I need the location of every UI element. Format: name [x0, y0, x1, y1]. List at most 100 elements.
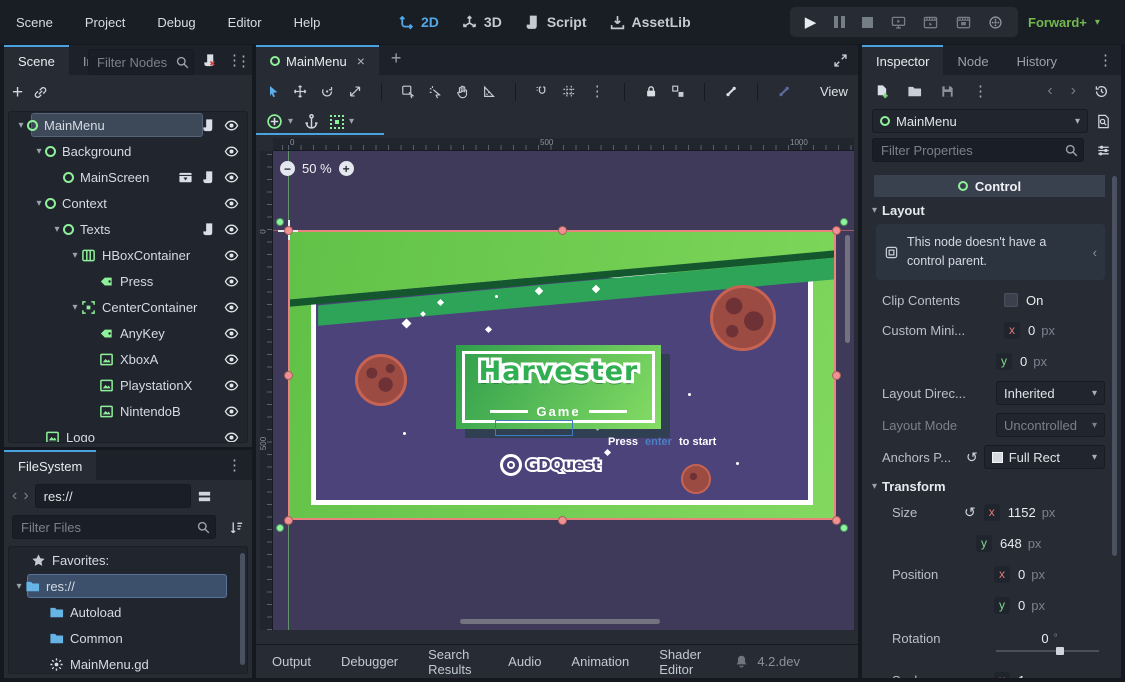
dock-menu-icon[interactable]: ⋮ — [217, 450, 252, 480]
node-selector[interactable]: MainMenu ▾ — [872, 109, 1088, 133]
snap-pointer-icon[interactable] — [428, 83, 442, 100]
custom-min-y-value[interactable]: 0 — [1020, 354, 1027, 369]
bottom-tab-debugger[interactable]: Debugger — [341, 654, 398, 669]
tab-filesystem[interactable]: FileSystem — [4, 450, 96, 480]
canvas-h-scrollbar[interactable] — [460, 619, 660, 624]
bone-options-icon[interactable] — [777, 83, 791, 100]
renderer-selector[interactable]: Forward+ ▾ — [1028, 0, 1100, 44]
visibility-eye-icon[interactable] — [224, 326, 239, 341]
pan-tool-icon[interactable] — [455, 83, 469, 100]
history-back-icon[interactable]: ‹ — [1047, 82, 1052, 100]
workspace-3d-button[interactable]: 3D — [461, 14, 502, 31]
resize-handle-bm[interactable] — [558, 516, 567, 525]
pause-button[interactable] — [834, 16, 845, 28]
play-scene-button[interactable] — [956, 15, 971, 30]
play-button[interactable]: ▶ — [805, 13, 817, 31]
canvas-v-scrollbar[interactable] — [845, 235, 850, 343]
play-remote-button[interactable] — [891, 15, 906, 30]
tree-row-xboxa[interactable]: XboxA — [9, 346, 247, 372]
dock-menu-icon[interactable]: ⋮ — [1090, 45, 1121, 75]
workspace-2d-button[interactable]: 2D — [398, 14, 439, 31]
tab-scene[interactable]: Scene — [4, 45, 69, 75]
bottom-tab-search-results[interactable]: Search Results — [428, 647, 478, 677]
zoom-out-button[interactable]: − — [280, 161, 295, 176]
tree-row-mainscreen[interactable]: MainScreen — [9, 164, 247, 190]
visibility-eye-icon[interactable] — [224, 352, 239, 367]
transform-section-header[interactable]: ▾ Transform — [872, 476, 946, 496]
bottom-tab-shader-editor[interactable]: Shader Editor — [659, 647, 704, 677]
sort-icon[interactable] — [229, 520, 244, 535]
clip-contents-checkbox[interactable] — [1004, 293, 1018, 307]
load-resource-icon[interactable] — [907, 84, 922, 99]
chevron-down-icon[interactable]: ▾ — [69, 250, 81, 261]
instanced-scene-icon[interactable] — [178, 170, 193, 185]
container-sizing-button[interactable]: ▾ — [330, 115, 354, 129]
tree-row-context[interactable]: ▾ Context — [9, 190, 247, 216]
menu-editor[interactable]: Editor — [212, 0, 278, 44]
menu-scene[interactable]: Scene — [0, 0, 69, 44]
tree-row-background[interactable]: ▾ Background — [9, 138, 247, 164]
layout-direction-select[interactable]: Inherited ▾ — [996, 381, 1105, 405]
resize-handle-mr[interactable] — [832, 371, 841, 380]
menu-project[interactable]: Project — [69, 0, 141, 44]
path-input[interactable] — [35, 484, 191, 508]
zoom-in-button[interactable]: + — [339, 161, 354, 176]
rotation-slider[interactable] — [996, 650, 1099, 652]
new-resource-icon[interactable] — [874, 84, 889, 99]
anchor-icon[interactable] — [303, 113, 320, 130]
collapse-warning-icon[interactable]: ‹ — [1093, 245, 1097, 260]
fs-row-autoload[interactable]: Autoload — [9, 599, 247, 625]
position-x-value[interactable]: 0 — [1018, 567, 1025, 582]
visibility-eye-icon[interactable] — [224, 248, 239, 263]
fs-row-res[interactable]: ▾ res:// — [9, 573, 247, 599]
detach-script-button[interactable] — [202, 53, 217, 68]
size-y-value[interactable]: 648 — [1000, 536, 1022, 551]
size-x-value[interactable]: 1152 — [1008, 505, 1036, 520]
anchor-marker[interactable] — [840, 218, 848, 226]
script-icon[interactable] — [201, 118, 216, 133]
view-menu-button[interactable]: View — [820, 84, 848, 99]
display-mode-icon[interactable] — [197, 489, 212, 504]
scale-x-value[interactable]: 1 — [1018, 673, 1025, 679]
visibility-eye-icon[interactable] — [224, 378, 239, 393]
tree-row-playstationx[interactable]: PlaystationX — [9, 372, 247, 398]
lock-icon[interactable] — [644, 83, 658, 100]
tree-row-logo[interactable]: Logo — [9, 424, 247, 443]
resize-handle-ml[interactable] — [284, 371, 293, 380]
tab-node[interactable]: Node — [943, 45, 1002, 75]
tree-row-hboxcontainer[interactable]: ▾ HBoxContainer — [9, 242, 247, 268]
rotate-tool-icon[interactable] — [320, 83, 334, 100]
forward-icon[interactable]: › — [23, 487, 28, 505]
class-header[interactable]: Control — [874, 175, 1105, 197]
chevron-down-icon[interactable]: ▾ — [33, 198, 45, 209]
new-scene-tab-button[interactable]: + — [379, 45, 414, 75]
rotation-value[interactable]: 0 — [1041, 631, 1048, 646]
filter-files-input[interactable] — [12, 515, 216, 539]
layout-section-header[interactable]: ▾ Layout — [872, 200, 925, 220]
script-icon[interactable] — [201, 222, 216, 237]
menu-debug[interactable]: Debug — [141, 0, 211, 44]
canvas-viewport[interactable]: Harvester Harvester Game Press enter to … — [260, 138, 854, 630]
add-node-button[interactable]: + — [12, 83, 23, 102]
expand-panel-icon[interactable] — [833, 53, 848, 68]
stop-button[interactable] — [862, 17, 873, 28]
resize-handle-tm[interactable] — [558, 226, 567, 235]
scene-tree-menu-icon[interactable]: ⋮ — [236, 54, 251, 69]
filter-properties-input[interactable] — [872, 138, 1084, 162]
position-y-value[interactable]: 0 — [1018, 598, 1025, 613]
move-tool-icon[interactable] — [293, 83, 307, 100]
visibility-eye-icon[interactable] — [224, 222, 239, 237]
grid-snap-icon[interactable] — [562, 83, 576, 100]
menu-help[interactable]: Help — [278, 0, 337, 44]
resize-handle-tr[interactable] — [832, 226, 841, 235]
resource-options-icon[interactable]: ⋮ — [973, 84, 988, 99]
tree-row-texts[interactable]: ▾ Texts — [9, 216, 247, 242]
resize-handle-bl[interactable] — [284, 516, 293, 525]
tree-row-centercontainer[interactable]: ▾ CenterContainer — [9, 294, 247, 320]
open-docs-icon[interactable] — [1096, 114, 1111, 129]
custom-min-x-value[interactable]: 0 — [1028, 323, 1035, 338]
tree-row-nintendob[interactable]: NintendoB — [9, 398, 247, 424]
visibility-eye-icon[interactable] — [224, 430, 239, 444]
history-forward-icon[interactable]: › — [1071, 82, 1076, 100]
instance-scene-icon[interactable] — [33, 85, 48, 100]
